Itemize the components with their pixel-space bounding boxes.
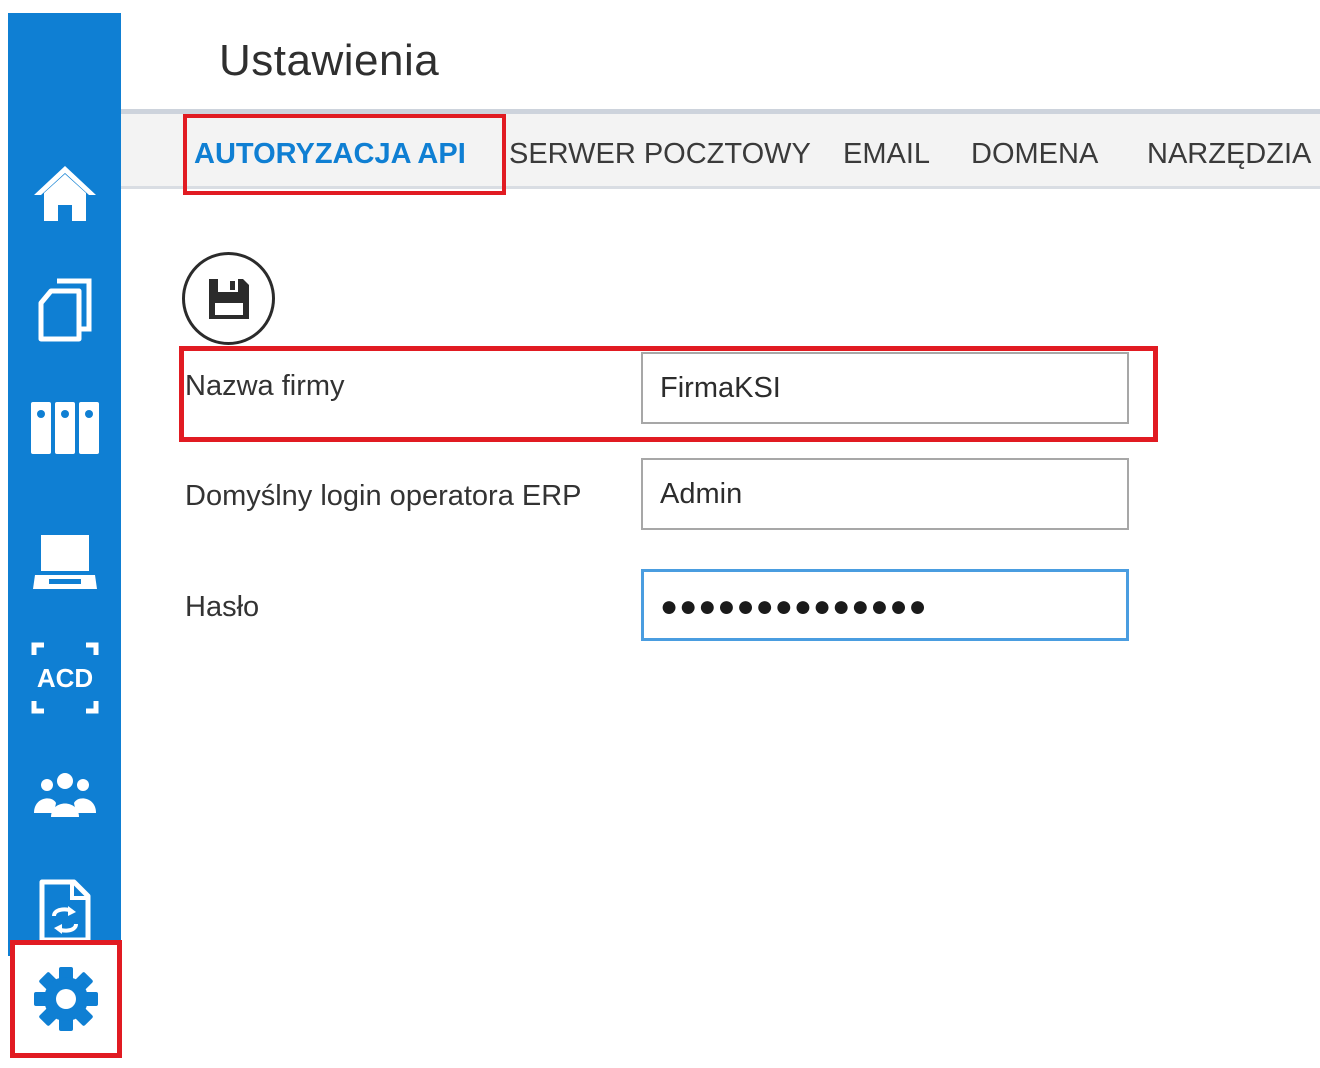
sidebar-item-home[interactable] bbox=[8, 148, 121, 238]
acd-icon-label: ACD bbox=[36, 663, 92, 693]
binders-icon bbox=[30, 402, 99, 454]
tab-autoryzacja-api[interactable]: AUTORYZACJA API bbox=[194, 138, 466, 171]
scanner-icon bbox=[32, 535, 97, 589]
gear-icon bbox=[34, 967, 98, 1031]
sidebar-item-scanner[interactable] bbox=[8, 518, 121, 608]
company-name-label: Nazwa firmy bbox=[185, 370, 345, 402]
erp-login-label: Domyślny login operatora ERP bbox=[185, 480, 582, 512]
home-icon bbox=[33, 166, 96, 221]
floppy-disk-icon bbox=[208, 278, 249, 319]
save-button[interactable] bbox=[182, 252, 275, 345]
password-label: Hasło bbox=[185, 591, 260, 623]
tab-narzedzia[interactable]: NARZĘDZIA bbox=[1147, 138, 1311, 171]
sidebar-item-documents[interactable] bbox=[8, 265, 121, 355]
document-sync-icon bbox=[39, 879, 90, 943]
documents-icon bbox=[38, 278, 91, 342]
tab-email[interactable]: EMAIL bbox=[843, 138, 930, 171]
sidebar-item-settings[interactable] bbox=[10, 940, 122, 1058]
erp-login-field[interactable] bbox=[641, 458, 1129, 530]
password-field[interactable] bbox=[641, 569, 1129, 641]
page-title: Ustawienia bbox=[219, 36, 440, 85]
sidebar: ACD bbox=[8, 13, 121, 956]
users-group-icon bbox=[33, 773, 96, 817]
tab-serwer-pocztowy[interactable]: SERWER POCZTOWY bbox=[509, 138, 811, 171]
sidebar-item-binders[interactable] bbox=[8, 383, 121, 473]
sidebar-item-acd[interactable]: ACD bbox=[8, 633, 121, 723]
company-name-field[interactable] bbox=[641, 352, 1129, 424]
sidebar-item-users[interactable] bbox=[8, 750, 121, 840]
acd-ocr-icon: ACD bbox=[31, 642, 98, 714]
tab-domena[interactable]: DOMENA bbox=[971, 138, 1098, 171]
